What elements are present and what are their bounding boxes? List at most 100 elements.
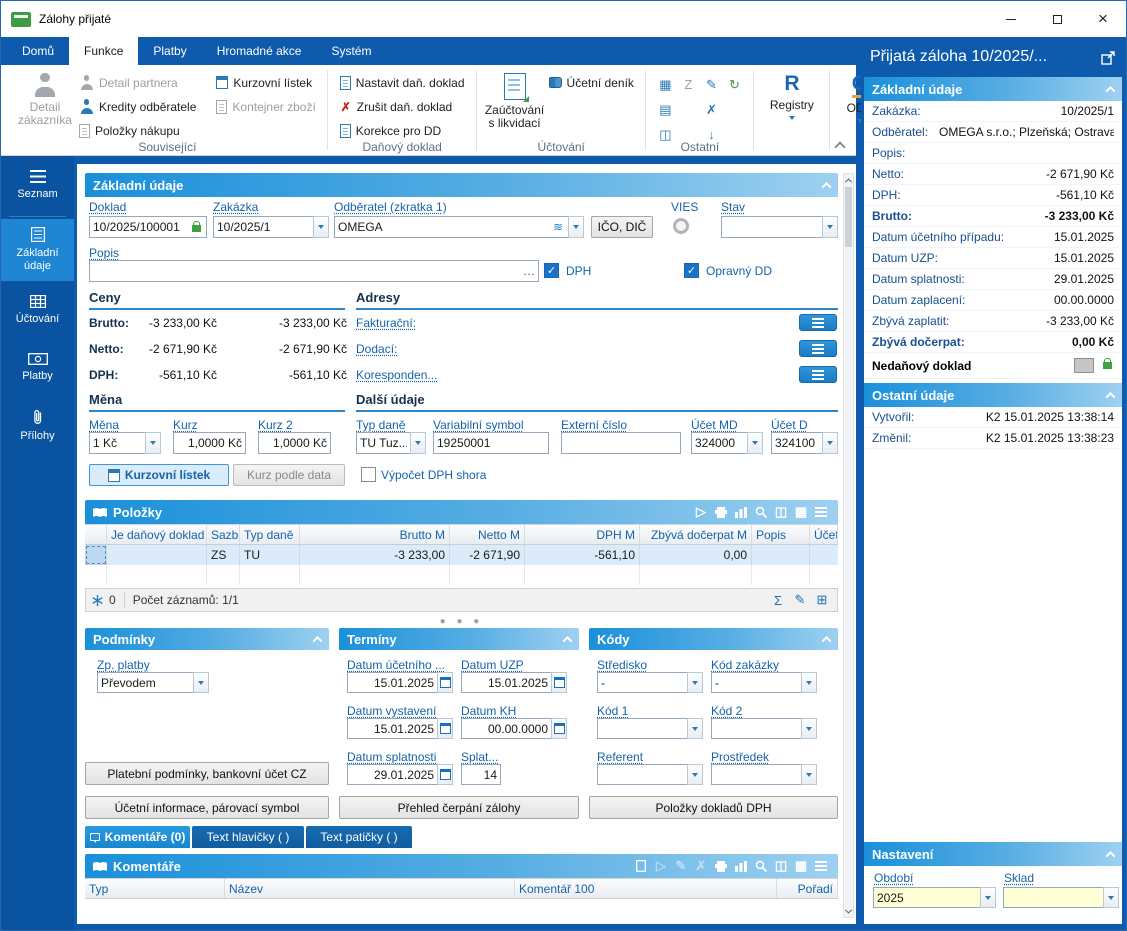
kurz-podle-data-button[interactable]: Kurz podle data — [233, 464, 345, 486]
add-row-icon[interactable]: ⊞ — [813, 592, 831, 608]
kurz2-field[interactable]: 1,0000 Kč — [258, 432, 331, 454]
related-selection-icon[interactable]: ≋ — [553, 220, 563, 234]
dodaci-link[interactable]: Dodací: — [356, 342, 397, 356]
stav-field[interactable] — [721, 216, 838, 238]
vypocet-dph-checkbox[interactable] — [361, 467, 376, 482]
dropdown-button[interactable] — [410, 432, 426, 454]
externi-cislo-field[interactable] — [561, 432, 681, 454]
scrollbar-thumb[interactable] — [845, 187, 852, 247]
col-typ[interactable]: Typ — [85, 879, 225, 898]
col-komentar[interactable]: Komentář 100 — [515, 879, 777, 898]
ucet-d-field[interactable]: 324100 — [771, 432, 838, 454]
calendar-button[interactable] — [437, 718, 453, 739]
dropdown-button[interactable] — [568, 216, 584, 238]
splatnost-field[interactable]: 14 — [461, 764, 501, 785]
col-brutto-m[interactable]: Brutto M — [300, 525, 450, 544]
ucet-md-field[interactable]: 324000 — [691, 432, 763, 454]
chart-icon[interactable] — [732, 503, 750, 521]
sidebar-item-uctovani[interactable]: Účtování — [1, 281, 74, 339]
sidebar-item-platby[interactable]: Platby — [1, 339, 74, 397]
col-nazev[interactable]: Název — [225, 879, 515, 898]
search-icon[interactable] — [752, 857, 770, 875]
collapse-section-icon[interactable] — [313, 635, 323, 645]
export-table-icon[interactable]: ▦ — [792, 857, 810, 875]
sidebar-item-prilohy[interactable]: Přílohy — [1, 397, 74, 455]
delete-icon[interactable]: ✗ — [692, 857, 710, 875]
z-icon[interactable]: Z — [677, 72, 700, 97]
prehled-cerpani-button[interactable]: Přehled čerpání zálohy — [339, 796, 579, 819]
sklad-field[interactable] — [1003, 887, 1119, 908]
dropdown-button[interactable] — [1103, 887, 1119, 908]
datum-ucetniho-field[interactable]: 15.01.2025 — [347, 672, 453, 693]
korekce-dd-button[interactable]: Korekce pro DD — [336, 120, 469, 141]
minimize-button[interactable] — [988, 1, 1034, 37]
calendar-button[interactable] — [551, 718, 567, 739]
dropdown-button[interactable] — [801, 764, 817, 785]
obdobi-field[interactable]: 2025 — [873, 887, 996, 908]
dropdown-button[interactable] — [801, 672, 817, 693]
dropdown-button[interactable] — [822, 432, 838, 454]
col-zbyva-docerpat-m[interactable]: Zbývá dočerpat M — [640, 525, 752, 544]
kod-zakazky-field[interactable]: - — [711, 672, 817, 693]
collapse-section-icon[interactable] — [822, 635, 832, 645]
datum-uzp-field[interactable]: 15.01.2025 — [461, 672, 567, 693]
col-je-danovy-doklad[interactable]: Je daňový doklad — [107, 525, 207, 544]
col-poradi[interactable]: Pořadí — [777, 879, 838, 898]
col-popis[interactable]: Popis — [752, 525, 810, 544]
snowflake-icon[interactable] — [92, 595, 103, 606]
splitter-handle[interactable]: ● ● ● — [85, 616, 838, 627]
maximize-button[interactable] — [1034, 1, 1080, 37]
tab-text-paticky[interactable]: Text patičky ( ) — [306, 826, 412, 848]
search-icon[interactable] — [752, 503, 770, 521]
main-scrollbar[interactable] — [843, 173, 854, 918]
cancel-doc-icon[interactable]: ✗ — [700, 97, 723, 122]
export-table-icon[interactable]: ▦ — [792, 503, 810, 521]
scroll-up-icon[interactable] — [844, 174, 853, 186]
edit-icon[interactable]: ✎ — [791, 592, 809, 608]
collapse-section-icon[interactable] — [1106, 85, 1116, 95]
typ-dane-field[interactable]: TU Tuz... — [356, 432, 426, 454]
col-netto-m[interactable]: Netto M — [450, 525, 525, 544]
kurz-field[interactable]: 1,0000 Kč — [173, 432, 246, 454]
edit-icon[interactable]: ✎ — [700, 72, 723, 97]
korespondencni-link[interactable]: Koresponden... — [356, 368, 437, 382]
tab-platby[interactable]: Platby — [138, 37, 201, 65]
dropdown-button[interactable] — [980, 887, 996, 908]
odberatel-field[interactable]: OMEGA ≋ — [334, 216, 584, 238]
kod1-field[interactable] — [597, 718, 703, 739]
dropdown-button[interactable] — [801, 718, 817, 739]
col-typ-dane[interactable]: Typ daně — [240, 525, 300, 544]
zp-platby-field[interactable]: Převodem — [97, 672, 209, 693]
variabilni-symbol-field[interactable]: 19250001 — [433, 432, 549, 454]
tab-domu[interactable]: Domů — [7, 37, 69, 65]
sidebar-item-zakladni-udaje[interactable]: Základní údaje — [1, 219, 74, 281]
dropdown-button[interactable] — [747, 432, 763, 454]
col-dph-m[interactable]: DPH M — [525, 525, 640, 544]
datum-splatnosti-field[interactable]: 29.01.2025 — [347, 764, 453, 785]
refresh-icon[interactable]: ↻ — [723, 72, 746, 97]
prostredek-field[interactable] — [711, 764, 817, 785]
ucetni-informace-button[interactable]: Účetní informace, párovací symbol — [85, 796, 329, 819]
datum-vystaveni-field[interactable]: 15.01.2025 — [347, 718, 453, 739]
ico-dic-button[interactable]: IČO, DIČ — [591, 216, 653, 238]
fakturacni-address-button[interactable] — [799, 314, 837, 331]
registry-button[interactable]: R Registry — [762, 70, 822, 120]
col-ucet[interactable]: Účet — [810, 525, 838, 544]
table-icon[interactable]: ▦ — [654, 72, 677, 97]
sum-icon[interactable]: Σ — [769, 593, 787, 608]
collapse-section-icon[interactable] — [1106, 391, 1116, 401]
row-selector-header[interactable] — [85, 525, 107, 544]
opravny-dd-checkbox[interactable]: ✓ — [684, 263, 699, 278]
kurzovni-listek-toggle[interactable]: Kurzovní lístek — [89, 464, 229, 486]
dodaci-address-button[interactable] — [799, 340, 837, 357]
platebni-podminky-button[interactable]: Platební podmínky, bankovní účet CZ — [85, 762, 329, 785]
dropdown-button[interactable] — [687, 672, 703, 693]
calendar-button[interactable] — [437, 672, 453, 693]
edit-icon[interactable]: ✎ — [672, 857, 690, 875]
polozky-nakupu-button[interactable]: Položky nákupu — [75, 120, 200, 141]
dropdown-button[interactable] — [313, 216, 329, 238]
mena-field[interactable]: 1 Kč — [89, 432, 161, 454]
tab-text-hlavicky[interactable]: Text hlavičky ( ) — [192, 826, 304, 848]
tab-komentare[interactable]: Komentáře (0) — [85, 826, 190, 848]
run-icon[interactable]: ▷ — [652, 857, 670, 875]
